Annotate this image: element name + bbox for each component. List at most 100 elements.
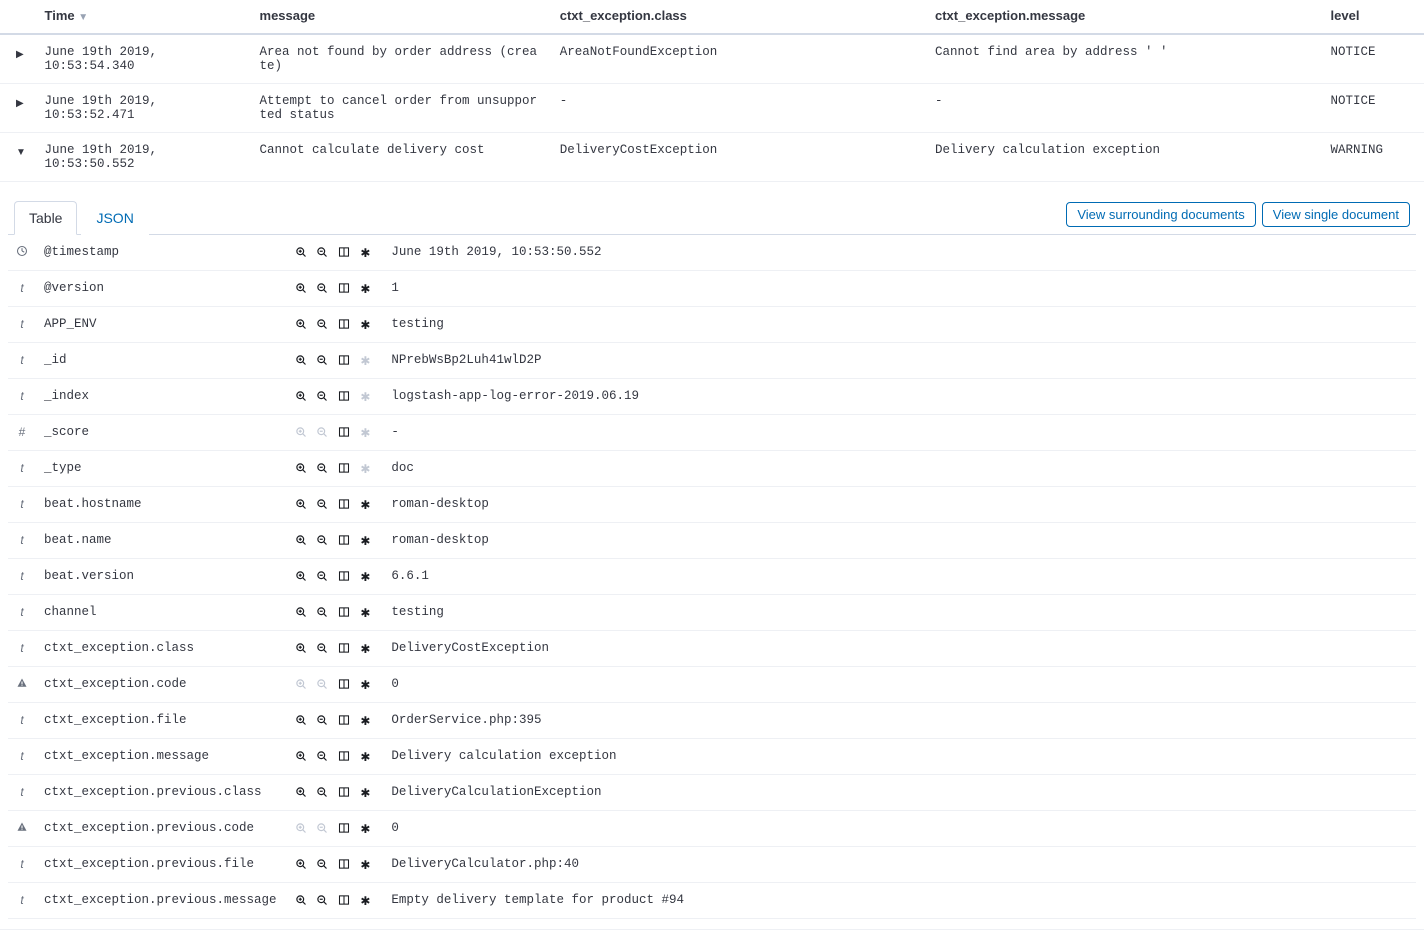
- exists-filter-icon[interactable]: ✱: [357, 318, 373, 332]
- exists-filter-icon[interactable]: ✱: [357, 786, 373, 800]
- exists-filter-icon[interactable]: ✱: [357, 282, 373, 296]
- toggle-column-icon[interactable]: [336, 426, 352, 440]
- filter-for-icon[interactable]: [293, 606, 309, 620]
- exists-filter-icon[interactable]: ✱: [357, 750, 373, 764]
- filter-out-icon[interactable]: [314, 426, 330, 440]
- view-surrounding-button[interactable]: View surrounding documents: [1066, 202, 1255, 227]
- field-type-icon: t: [8, 739, 36, 775]
- field-value: NPrebWsBp2Luh41wlD2P: [383, 343, 1416, 379]
- tab-table[interactable]: Table: [14, 201, 77, 235]
- filter-out-icon[interactable]: [314, 282, 330, 296]
- exists-filter-icon[interactable]: ✱: [357, 426, 373, 440]
- filter-out-icon[interactable]: [314, 786, 330, 800]
- toggle-column-icon[interactable]: [336, 462, 352, 476]
- view-single-button[interactable]: View single document: [1262, 202, 1410, 227]
- filter-for-icon[interactable]: [293, 282, 309, 296]
- toggle-column-icon[interactable]: [336, 678, 352, 692]
- toggle-column-icon[interactable]: [336, 786, 352, 800]
- filter-out-icon[interactable]: [314, 570, 330, 584]
- filter-for-icon[interactable]: [293, 426, 309, 440]
- filter-out-icon[interactable]: [314, 354, 330, 368]
- expand-toggle[interactable]: ▼: [8, 147, 26, 158]
- exists-filter-icon[interactable]: ✱: [357, 714, 373, 728]
- filter-out-icon[interactable]: [314, 858, 330, 872]
- exists-filter-icon[interactable]: ✱: [357, 642, 373, 656]
- filter-for-icon[interactable]: [293, 318, 309, 332]
- filter-for-icon[interactable]: [293, 750, 309, 764]
- col-exception-class[interactable]: ctxt_exception.class: [552, 0, 927, 34]
- toggle-column-icon[interactable]: [336, 282, 352, 296]
- filter-out-icon[interactable]: [314, 606, 330, 620]
- exists-filter-icon[interactable]: ✱: [357, 390, 373, 404]
- exists-filter-icon[interactable]: ✱: [357, 498, 373, 512]
- filter-for-icon[interactable]: [293, 642, 309, 656]
- toggle-column-icon[interactable]: [336, 390, 352, 404]
- filter-out-icon[interactable]: [314, 390, 330, 404]
- cell-emsg: Delivery calculation exception: [927, 133, 1323, 182]
- toggle-column-icon[interactable]: [336, 642, 352, 656]
- exists-filter-icon[interactable]: ✱: [357, 534, 373, 548]
- filter-out-icon[interactable]: [314, 822, 330, 836]
- exists-filter-icon[interactable]: ✱: [357, 246, 373, 260]
- filter-out-icon[interactable]: [314, 678, 330, 692]
- filter-out-icon[interactable]: [314, 642, 330, 656]
- toggle-column-icon[interactable]: [336, 606, 352, 620]
- toggle-column-icon[interactable]: [336, 894, 352, 908]
- filter-for-icon[interactable]: [293, 246, 309, 260]
- filter-for-icon[interactable]: [293, 714, 309, 728]
- field-row: @timestamp ✱ June 19th 2019, 10:53:50.55…: [8, 235, 1416, 271]
- exists-filter-icon[interactable]: ✱: [357, 462, 373, 476]
- exists-filter-icon[interactable]: ✱: [357, 822, 373, 836]
- filter-out-icon[interactable]: [314, 498, 330, 512]
- exists-filter-icon[interactable]: ✱: [357, 570, 373, 584]
- filter-for-icon[interactable]: [293, 534, 309, 548]
- toggle-column-icon[interactable]: [336, 498, 352, 512]
- toggle-column-icon[interactable]: [336, 354, 352, 368]
- col-message[interactable]: message: [252, 0, 552, 34]
- filter-out-icon[interactable]: [314, 750, 330, 764]
- filter-for-icon[interactable]: [293, 858, 309, 872]
- header-row: Time ▼ message ctxt_exception.class ctxt…: [0, 0, 1424, 34]
- filter-out-icon[interactable]: [314, 246, 330, 260]
- filter-for-icon[interactable]: [293, 894, 309, 908]
- col-level[interactable]: level: [1323, 0, 1424, 34]
- tab-json[interactable]: JSON: [81, 201, 148, 235]
- field-type-icon: t: [8, 451, 36, 487]
- toggle-column-icon[interactable]: [336, 750, 352, 764]
- field-value: logstash-app-log-error-2019.06.19: [383, 379, 1416, 415]
- filter-for-icon[interactable]: [293, 354, 309, 368]
- filter-for-icon[interactable]: [293, 570, 309, 584]
- toggle-column-icon[interactable]: [336, 318, 352, 332]
- toggle-column-icon[interactable]: [336, 822, 352, 836]
- field-actions: ✱: [285, 379, 384, 415]
- filter-out-icon[interactable]: [314, 894, 330, 908]
- expand-toggle[interactable]: ▶: [8, 98, 24, 109]
- col-time[interactable]: Time ▼: [37, 0, 252, 34]
- exists-filter-icon[interactable]: ✱: [357, 606, 373, 620]
- toggle-column-icon[interactable]: [336, 570, 352, 584]
- filter-out-icon[interactable]: [314, 318, 330, 332]
- col-exception-message[interactable]: ctxt_exception.message: [927, 0, 1323, 34]
- field-name: _type: [36, 451, 285, 487]
- filter-for-icon[interactable]: [293, 498, 309, 512]
- filter-out-icon[interactable]: [314, 462, 330, 476]
- exists-filter-icon[interactable]: ✱: [357, 894, 373, 908]
- exists-filter-icon[interactable]: ✱: [357, 858, 373, 872]
- exists-filter-icon[interactable]: ✱: [357, 354, 373, 368]
- filter-for-icon[interactable]: [293, 822, 309, 836]
- toggle-column-icon[interactable]: [336, 714, 352, 728]
- filter-out-icon[interactable]: [314, 534, 330, 548]
- filter-for-icon[interactable]: [293, 390, 309, 404]
- filter-for-icon[interactable]: [293, 462, 309, 476]
- toggle-column-icon[interactable]: [336, 246, 352, 260]
- expand-toggle[interactable]: ▶: [8, 49, 24, 60]
- table-row: ▼ June 19th 2019, 10:53:50.552 Cannot ca…: [0, 133, 1424, 182]
- toggle-column-icon[interactable]: [336, 534, 352, 548]
- exists-filter-icon[interactable]: ✱: [357, 678, 373, 692]
- field-type-icon: [8, 667, 36, 703]
- filter-for-icon[interactable]: [293, 678, 309, 692]
- field-name: ctxt_exception.code: [36, 667, 285, 703]
- toggle-column-icon[interactable]: [336, 858, 352, 872]
- filter-out-icon[interactable]: [314, 714, 330, 728]
- filter-for-icon[interactable]: [293, 786, 309, 800]
